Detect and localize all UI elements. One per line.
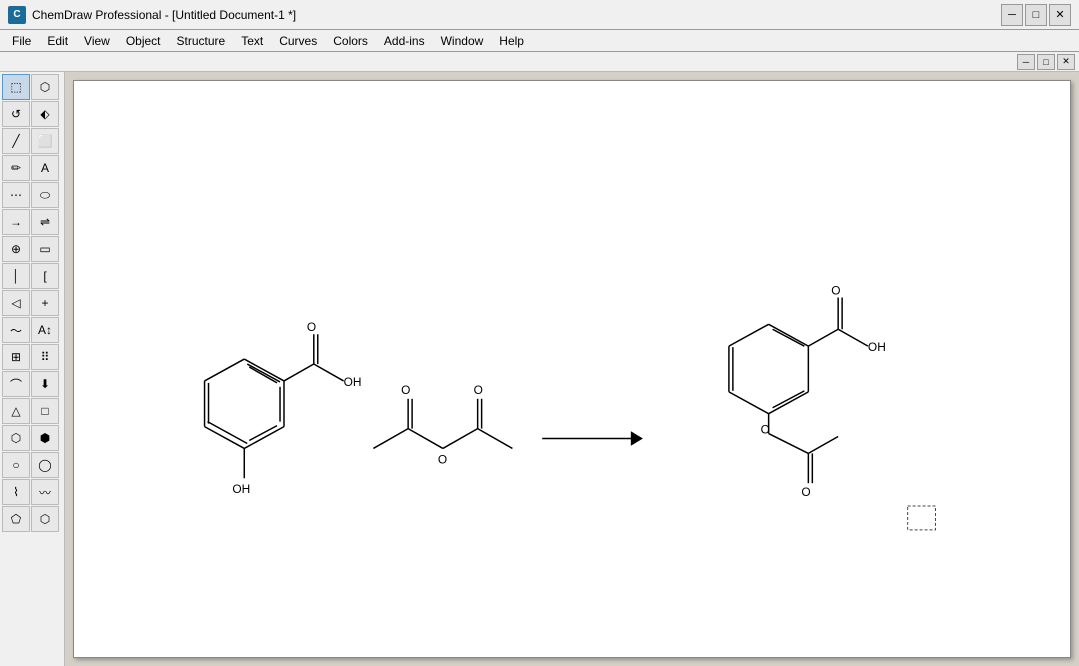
menu-item-structure[interactable]: Structure (169, 30, 234, 52)
tool-lasso[interactable]: ⬭ (31, 182, 59, 208)
menu-item-help[interactable]: Help (491, 30, 532, 52)
tool-bond[interactable]: ⊕ (2, 236, 30, 262)
tool-curve[interactable]: ⌒ (2, 371, 30, 397)
tool-rect[interactable]: ▭ (31, 236, 59, 262)
tool-row: ⋯⬭ (2, 182, 62, 208)
menu-item-add-ins[interactable]: Add-ins (376, 30, 433, 52)
tool-row: →⇌ (2, 209, 62, 235)
menu-item-curves[interactable]: Curves (271, 30, 325, 52)
aspirin-group (729, 324, 808, 413)
mdi-minimize[interactable]: ─ (1017, 54, 1035, 70)
title-bar: C ChemDraw Professional - [Untitled Docu… (0, 0, 1079, 30)
tool-penta[interactable]: ⬠ (2, 506, 30, 532)
tool-row: ⬠⬡ (2, 506, 62, 532)
canvas-area[interactable]: O OH OH (65, 72, 1079, 666)
tool-select2[interactable]: ⬡ (31, 74, 59, 100)
salicylic-cooh (284, 334, 344, 381)
drawing-canvas[interactable]: O OH OH (73, 80, 1071, 658)
menu-item-edit[interactable]: Edit (39, 30, 76, 52)
tool-row: ╱⬜ (2, 128, 62, 154)
close-button[interactable]: ✕ (1049, 4, 1071, 26)
mdi-close[interactable]: ✕ (1057, 54, 1075, 70)
selection-rectangle (908, 506, 936, 530)
anhydride-o3-label: O (438, 452, 447, 466)
mdi-bar: ─ □ ✕ (0, 52, 1079, 72)
tool-dbl-arrow[interactable]: ⇌ (31, 209, 59, 235)
tool-row: ⬚⬡ (2, 74, 62, 100)
tool-wave[interactable]: ⌇ (2, 479, 30, 505)
salicylic-oh-label: OH (344, 375, 362, 389)
menu-item-colors[interactable]: Colors (325, 30, 376, 52)
tool-rotate[interactable]: ↺ (2, 101, 30, 127)
menu-bar: FileEditViewObjectStructureTextCurvesCol… (0, 30, 1079, 52)
tool-stamp[interactable]: ⬇ (31, 371, 59, 397)
aspirin-acetoxy (769, 414, 839, 484)
maximize-button[interactable]: □ (1025, 4, 1047, 26)
tool-triangle[interactable]: △ (2, 398, 30, 424)
tool-row: ⬡⬢ (2, 425, 62, 451)
aspirin-o3-label: O (801, 485, 810, 499)
tool-row: ⌇〰 (2, 479, 62, 505)
tool-wave2[interactable]: 〰 (31, 479, 59, 505)
tool-dots[interactable]: ⠿ (31, 344, 59, 370)
tool-atext[interactable]: A↕ (31, 317, 59, 343)
app-icon: C (8, 6, 26, 24)
reaction-arrow (542, 433, 641, 445)
acetic-anhydride-group (373, 399, 512, 449)
tool-select[interactable]: ⬚ (2, 74, 30, 100)
menu-item-object[interactable]: Object (118, 30, 169, 52)
tool-wedge[interactable]: ◁ (2, 290, 30, 316)
tool-row: │[ (2, 263, 62, 289)
tool-grid[interactable]: ⊞ (2, 344, 30, 370)
tool-line[interactable]: ╱ (2, 128, 30, 154)
menu-item-view[interactable]: View (76, 30, 118, 52)
tool-hex[interactable]: ⬡ (2, 425, 30, 451)
tool-chain[interactable]: ⋯ (2, 182, 30, 208)
aspirin-o1-label: O (831, 284, 840, 298)
anhydride-o2-label: O (474, 383, 483, 397)
tool-circle[interactable]: ○ (2, 452, 30, 478)
menu-item-window[interactable]: Window (433, 30, 492, 52)
tool-row: ⊕▭ (2, 236, 62, 262)
tool-plus[interactable]: + (31, 290, 59, 316)
tool-text[interactable]: A (31, 155, 59, 181)
window-title: ChemDraw Professional - [Untitled Docume… (32, 8, 1001, 22)
main-area: ⬚⬡↺⬖╱⬜✏A⋯⬭→⇌⊕▭│[◁+〜A↕⊞⠿⌒⬇△□⬡⬢○◯⌇〰⬠⬡ (0, 72, 1079, 666)
tool-square[interactable]: □ (31, 398, 59, 424)
aspirin-oh-label: OH (868, 340, 886, 354)
minimize-button[interactable]: ─ (1001, 4, 1023, 26)
salicylic-oh2-label: OH (232, 482, 250, 496)
salicylic-o-label: O (307, 320, 316, 334)
anhydride-o1-label: O (401, 383, 410, 397)
chemistry-drawing: O OH OH (74, 81, 1070, 657)
tool-row: 〜A↕ (2, 317, 62, 343)
salicylic-acid-group (205, 359, 284, 448)
tool-hex2[interactable]: ⬢ (31, 425, 59, 451)
tool-pen[interactable]: ✏ (2, 155, 30, 181)
tool-bracket[interactable]: [ (31, 263, 59, 289)
tool-arrow[interactable]: → (2, 209, 30, 235)
menu-item-file[interactable]: File (4, 30, 39, 52)
tool-row: ⌒⬇ (2, 371, 62, 397)
tool-oval[interactable]: ◯ (31, 452, 59, 478)
tool-eraser[interactable]: ⬜ (31, 128, 59, 154)
tool-bold-line[interactable]: │ (2, 263, 30, 289)
aspirin-o2-label: O (761, 423, 770, 437)
aspirin-cooh (808, 297, 868, 346)
menu-item-text[interactable]: Text (233, 30, 271, 52)
toolbar: ⬚⬡↺⬖╱⬜✏A⋯⬭→⇌⊕▭│[◁+〜A↕⊞⠿⌒⬇△□⬡⬢○◯⌇〰⬠⬡ (0, 72, 65, 666)
tool-row: ⊞⠿ (2, 344, 62, 370)
window-controls: ─ □ ✕ (1001, 4, 1071, 26)
tool-squiggle[interactable]: 〜 (2, 317, 30, 343)
tool-skew[interactable]: ⬖ (31, 101, 59, 127)
tool-row: △□ (2, 398, 62, 424)
tool-row: ◁+ (2, 290, 62, 316)
mdi-restore[interactable]: □ (1037, 54, 1055, 70)
tool-row: ↺⬖ (2, 101, 62, 127)
tool-hex3[interactable]: ⬡ (31, 506, 59, 532)
tool-row: ✏A (2, 155, 62, 181)
tool-row: ○◯ (2, 452, 62, 478)
